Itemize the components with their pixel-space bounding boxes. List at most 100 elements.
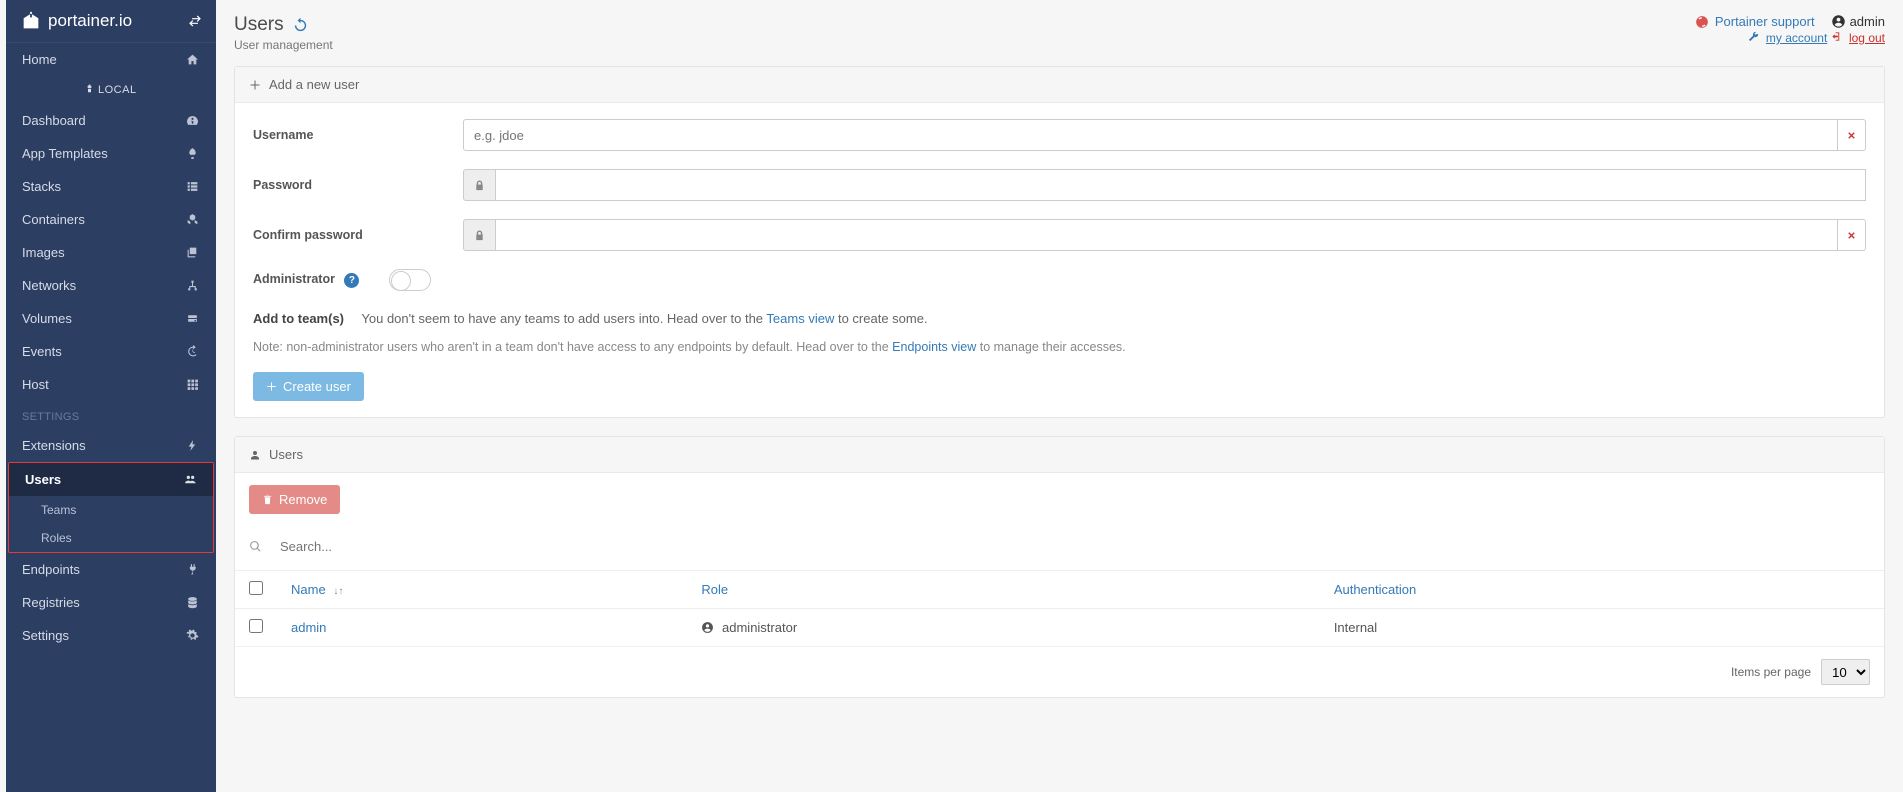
confirm-password-input[interactable] [495,219,1838,251]
sidebar-item-containers[interactable]: Containers [6,203,216,236]
password-input[interactable] [495,169,1866,201]
administrator-toggle[interactable] [389,269,431,291]
users-icon [183,473,197,486]
col-auth[interactable]: Authentication [1320,571,1884,609]
sidebar-item-events[interactable]: Events [6,335,216,368]
sidebar-item-label: Endpoints [22,562,80,577]
note-post: to manage their accesses. [980,340,1126,354]
panel-title: Add a new user [269,77,359,92]
clear-icon[interactable] [1838,119,1866,151]
clear-icon[interactable] [1838,219,1866,251]
sidebar-item-dashboard[interactable]: Dashboard [6,104,216,137]
hdd-icon [186,312,200,325]
search-icon [249,540,262,553]
sidebar-item-label: Registries [22,595,80,610]
user-name-link[interactable]: admin [291,620,326,635]
password-label: Password [253,178,463,192]
sidebar-item-label: Images [22,245,65,260]
button-label: Create user [283,379,351,394]
sitemap-icon [186,279,200,292]
lock-icon [463,219,495,251]
brand-text: portainer.io [48,11,132,31]
sidebar-item-extensions[interactable]: Extensions [6,429,216,462]
sidebar-settings-section: SETTINGS [6,401,216,429]
sidebar-item-host[interactable]: Host [6,368,216,401]
panel-title: Users [269,447,303,462]
users-section-highlight: Users Teams Roles [8,462,214,553]
sidebar-item-label: Networks [22,278,76,293]
users-table: Name ↓↑ Role Authentication admin admini… [235,570,1884,647]
sidebar-item-app-templates[interactable]: App Templates [6,137,216,170]
items-per-page-select[interactable]: 10 [1821,659,1870,685]
bolt-icon [186,439,200,452]
lock-icon [463,169,495,201]
portainer-icon [20,10,42,32]
home-icon [186,53,200,66]
support-link[interactable]: Portainer support [1715,14,1815,29]
wrench-icon [1748,31,1759,45]
sidebar-item-endpoints[interactable]: Endpoints [6,553,216,586]
th-icon [186,378,200,391]
users-list-panel: Users Remove Name ↓↑ [234,436,1885,698]
remove-button[interactable]: Remove [249,485,340,514]
teams-view-link[interactable]: Teams view [766,311,834,326]
sidebar-item-networks[interactable]: Networks [6,269,216,302]
add-user-panel: Add a new user Username Password [234,66,1885,418]
plus-icon [249,79,261,91]
sidebar-item-registries[interactable]: Registries [6,586,216,619]
support-icon [1695,15,1709,29]
row-checkbox[interactable] [249,619,263,633]
sidebar-item-label: Dashboard [22,113,86,128]
sidebar-item-label: Home [22,52,57,67]
col-name[interactable]: Name ↓↑ [277,571,687,609]
create-user-button[interactable]: Create user [253,372,364,401]
sidebar-item-label: Volumes [22,311,72,326]
my-account-link[interactable]: my account [1766,31,1827,45]
user-badge: admin [1831,14,1885,29]
sidebar-item-label: Extensions [22,438,86,453]
swap-icon[interactable] [188,14,202,28]
sidebar-item-label: Users [25,472,61,487]
button-label: Remove [279,492,327,507]
cubes-icon [186,213,200,226]
endpoints-view-link[interactable]: Endpoints view [892,340,976,354]
sidebar-sub-roles[interactable]: Roles [9,524,213,552]
history-icon [186,345,200,358]
sidebar-item-label: Settings [22,628,69,643]
sidebar-item-home[interactable]: Home [6,43,216,76]
sidebar-item-label: Containers [22,212,85,227]
auth-cell: Internal [1320,609,1884,647]
rocket-icon [186,147,200,160]
trash-icon [262,494,273,505]
sidebar: portainer.io Home LOCAL Dashboard App Te… [6,0,216,792]
sidebar-item-stacks[interactable]: Stacks [6,170,216,203]
plus-icon [266,381,277,392]
col-role[interactable]: Role [687,571,1319,609]
teams-text-end: to create some. [838,311,928,326]
brand-logo[interactable]: portainer.io [20,10,132,32]
sidebar-item-users[interactable]: Users [9,463,213,496]
sidebar-item-images[interactable]: Images [6,236,216,269]
username-input[interactable] [463,119,1838,151]
refresh-icon[interactable] [292,17,309,34]
main-content: Users User management Portainer support … [216,0,1903,792]
pager-label: Items per page [1731,665,1811,679]
table-row: admin administrator Internal [235,609,1884,647]
search-input[interactable] [270,534,1870,558]
sidebar-item-label: App Templates [22,146,108,161]
help-icon[interactable]: ? [344,273,359,288]
select-all-checkbox[interactable] [249,581,263,595]
page-title: Users [234,14,284,36]
sidebar-item-settings[interactable]: Settings [6,619,216,652]
sidebar-item-volumes[interactable]: Volumes [6,302,216,335]
sidebar-item-label: Stacks [22,179,61,194]
user-icon [249,449,261,461]
sidebar-sub-teams[interactable]: Teams [9,496,213,524]
clone-icon [186,246,200,259]
user-circle-icon [1831,14,1846,29]
confirm-password-label: Confirm password [253,228,463,242]
logout-link[interactable]: log out [1849,31,1885,45]
cogs-icon [186,629,200,642]
note-pre: Note: non-administrator users who aren't… [253,340,892,354]
page-subtitle: User management [234,38,333,52]
